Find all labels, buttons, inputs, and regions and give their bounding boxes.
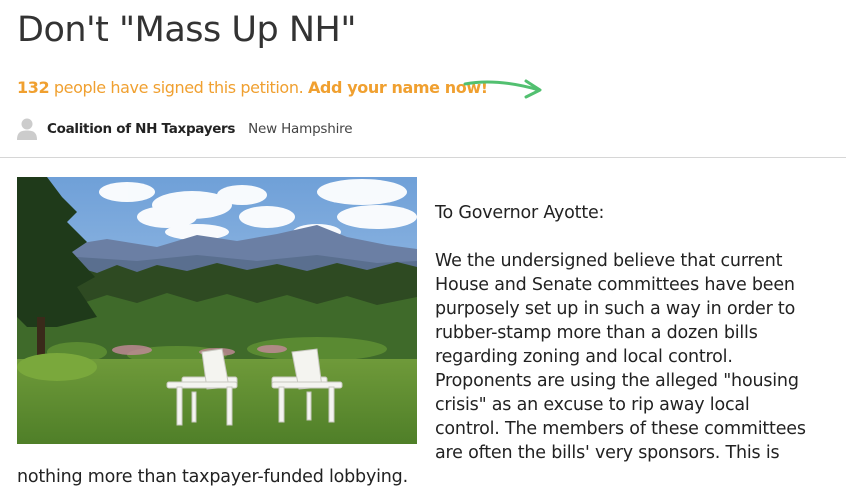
author-name[interactable]: Coalition of NH Taxpayers [47, 121, 235, 137]
user-silhouette-icon [17, 118, 37, 140]
curved-arrow-right-icon [463, 79, 542, 99]
author-row: Coalition of NH Taxpayers New Hampshire [17, 116, 353, 142]
signature-count: 132 [17, 78, 50, 97]
page-title: Don't "Mass Up NH" [17, 10, 356, 50]
add-name-link[interactable]: Add your name now! [308, 78, 488, 97]
signature-text: people have signed this petition. [49, 78, 308, 97]
divider [0, 157, 846, 158]
signature-summary: 132 people have signed this petition. Ad… [17, 78, 488, 97]
petition-body: To Governor Ayotte: We the undersigned b… [17, 201, 817, 489]
author-location: New Hampshire [248, 121, 353, 137]
